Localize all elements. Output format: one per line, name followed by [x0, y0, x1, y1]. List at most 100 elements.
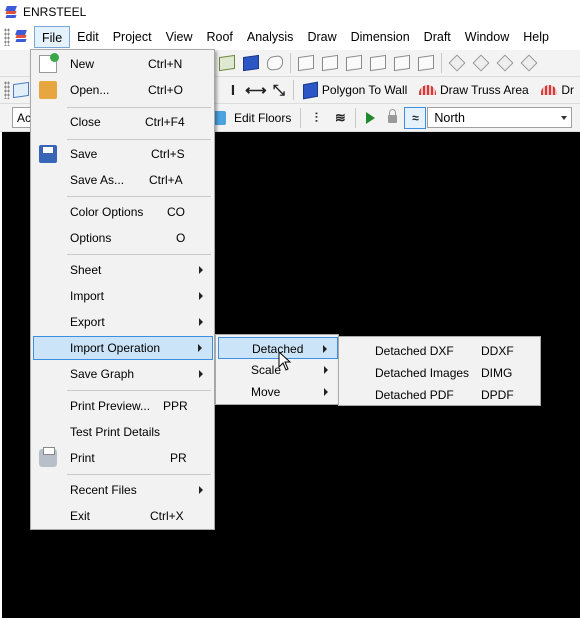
toolbar-grip[interactable]	[4, 81, 10, 99]
import-operation-submenu: Detached Scale Move	[215, 334, 339, 405]
open-folder-icon	[39, 81, 57, 99]
file-menu-save[interactable]: Save Ctrl+S	[33, 142, 213, 166]
toolbar-separator	[355, 107, 357, 128]
menu-item-label: Import Operation	[70, 341, 161, 355]
layers-icon: ≋	[334, 110, 346, 125]
file-menu-print[interactable]: Print PR	[33, 446, 213, 470]
menu-help[interactable]: Help	[516, 26, 556, 48]
iso-diamond-icon	[520, 54, 538, 72]
menu-view[interactable]: View	[159, 26, 200, 48]
draw-truncated-button[interactable]: Dr	[561, 83, 574, 97]
menu-file[interactable]: File	[34, 25, 71, 48]
play-icon[interactable]	[366, 111, 376, 124]
file-menu-test-print-details[interactable]: Test Print Details	[33, 420, 213, 444]
submenu-detached-pdf[interactable]: Detached PDF DPDF	[341, 383, 539, 405]
menu-item-label: Open...	[70, 83, 110, 97]
file-menu-recent-files[interactable]: Recent Files	[33, 478, 213, 502]
iso-view-4-button[interactable]	[518, 52, 540, 74]
iso-diamond-icon	[472, 54, 490, 72]
edit-floors-button[interactable]: Edit Floors	[234, 111, 291, 125]
submenu-detached-images[interactable]: Detached Images DIMG	[341, 361, 539, 383]
menu-edit[interactable]: Edit	[70, 26, 106, 48]
file-menu-open[interactable]: Open... Ctrl+O	[33, 78, 213, 102]
file-menu-save-as[interactable]: Save As... Ctrl+A	[33, 168, 213, 192]
toolbar-separator	[290, 53, 291, 73]
diagonal-dimension-button[interactable]: ⤡	[269, 79, 289, 101]
iso-view-1-button[interactable]	[446, 52, 468, 74]
submenu-arrow-icon	[198, 344, 202, 352]
submenu-move[interactable]: Move	[218, 381, 338, 403]
grid-view-button[interactable]	[216, 52, 238, 74]
truss-tool-button[interactable]: ⫶	[305, 107, 327, 129]
menu-item-shortcut: Ctrl+X	[150, 509, 184, 523]
wind-direction-button[interactable]: ≈	[404, 106, 427, 129]
iso-diamond-icon	[448, 54, 466, 72]
view-top-button[interactable]	[391, 52, 413, 74]
layers-button[interactable]: ≋	[329, 107, 351, 129]
truss-icon[interactable]	[540, 85, 558, 95]
file-menu-print-preview[interactable]: Print Preview... PPR	[33, 394, 213, 418]
iso-view-3-button[interactable]	[494, 52, 516, 74]
menubar-grip[interactable]	[4, 27, 10, 46]
submenu-arrow-icon	[199, 292, 203, 300]
menu-item-label: Print	[70, 451, 95, 465]
view-right-button[interactable]	[367, 52, 389, 74]
file-menu-import-operation[interactable]: Import Operation	[33, 336, 213, 360]
submenu-arrow-icon	[199, 318, 203, 326]
file-menu-import[interactable]: Import	[33, 284, 213, 308]
file-menu-new[interactable]: New Ctrl+N	[33, 52, 213, 76]
solid-cube-icon	[243, 54, 259, 72]
file-menu-export[interactable]: Export	[33, 310, 213, 334]
direction-select[interactable]: North	[427, 107, 573, 128]
menu-item-shortcut: Ctrl+O	[148, 83, 184, 97]
submenu-arrow-icon	[199, 370, 203, 378]
link-button[interactable]	[264, 52, 286, 74]
file-menu-exit[interactable]: Exit Ctrl+X	[33, 504, 213, 528]
lock-icon[interactable]	[388, 109, 398, 123]
menu-item-shortcut: Ctrl+N	[148, 57, 183, 71]
polygon-icon[interactable]	[302, 81, 318, 99]
menu-roof[interactable]: Roof	[199, 26, 239, 48]
iso-view-2-button[interactable]	[470, 52, 492, 74]
menu-item-shortcut: CO	[167, 205, 185, 219]
dimension-button[interactable]: ⟷	[245, 79, 267, 101]
wireframe-cube-icon	[418, 54, 434, 72]
submenu-arrow-icon	[324, 366, 328, 374]
wind-icon: ≈	[412, 110, 419, 125]
menu-item-label: Detached Images	[375, 366, 470, 380]
file-menu-options[interactable]: Options O	[33, 226, 213, 250]
window-title: ENRSTEEL	[23, 5, 87, 19]
menu-item-shortcut: DIMG	[481, 366, 513, 380]
file-menu-color-options[interactable]: Color Options CO	[33, 200, 213, 224]
menu-window[interactable]: Window	[458, 26, 516, 48]
menu-analysis[interactable]: Analysis	[240, 26, 301, 48]
draw-truss-area-button[interactable]: Draw Truss Area	[440, 83, 529, 97]
view-bottom-button[interactable]	[415, 52, 437, 74]
menu-separator	[67, 254, 211, 255]
truss-tool-icon: ⫶	[314, 110, 318, 125]
menu-draft[interactable]: Draft	[417, 26, 458, 48]
iso-diamond-icon	[496, 54, 514, 72]
beam-button[interactable]: I	[223, 79, 243, 101]
submenu-detached-dxf[interactable]: Detached DXF DDXF	[341, 339, 539, 361]
view-front-button[interactable]	[295, 52, 317, 74]
view-back-button[interactable]	[319, 52, 341, 74]
submenu-arrow-icon	[199, 486, 203, 494]
file-menu-sheet[interactable]: Sheet	[33, 258, 213, 282]
menubar-app-icon[interactable]	[14, 29, 30, 45]
file-menu-save-graph[interactable]: Save Graph	[33, 362, 213, 386]
menu-item-shortcut: DPDF	[481, 388, 514, 402]
menu-item-shortcut: DDXF	[481, 344, 514, 358]
menu-dimension[interactable]: Dimension	[344, 26, 417, 48]
submenu-arrow-icon	[323, 345, 327, 353]
truss-icon[interactable]	[419, 85, 436, 95]
grid-icon	[219, 54, 235, 72]
solid-3d-button[interactable]	[240, 52, 262, 74]
polygon-to-wall-button[interactable]: Polygon To Wall	[322, 83, 407, 97]
file-menu-close[interactable]: Close Ctrl+F4	[33, 110, 213, 134]
menu-draw[interactable]: Draw	[300, 26, 343, 48]
view-left-button[interactable]	[343, 52, 365, 74]
grid-button[interactable]	[11, 79, 31, 101]
menu-project[interactable]: Project	[106, 26, 159, 48]
submenu-arrow-icon	[324, 388, 328, 396]
